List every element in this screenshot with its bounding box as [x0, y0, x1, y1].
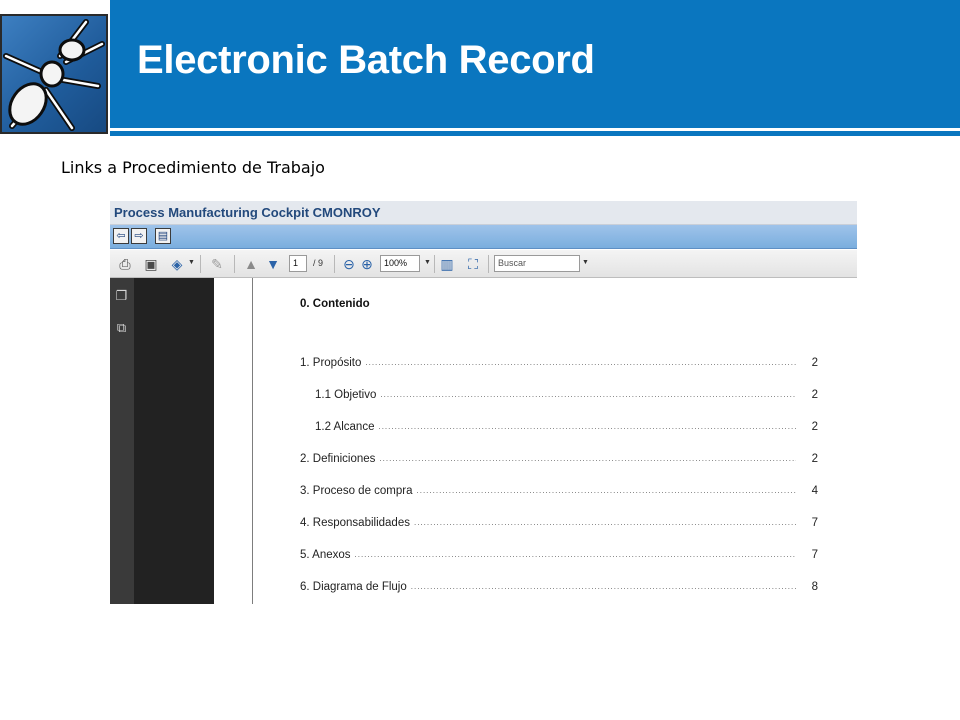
zoom-select[interactable]: 100%: [380, 255, 420, 272]
toc-entry-page: 2: [811, 453, 818, 465]
pdf-page: 0. Contenido 1. Propósito...............…: [214, 278, 857, 604]
toc-entry[interactable]: 3. Proceso de compra....................…: [300, 481, 818, 497]
toc-entry-page: 7: [811, 549, 818, 561]
toc-entry[interactable]: 2. Definiciones.........................…: [300, 449, 818, 465]
forward-button[interactable]: ⇨: [131, 228, 147, 244]
fit-page-icon[interactable]: ▥: [438, 255, 456, 273]
toolbar-separator: [200, 255, 201, 273]
attachments-panel-icon[interactable]: ⧉: [114, 320, 129, 335]
window-titlebar: Process Manufacturing Cockpit CMONROY: [110, 201, 857, 225]
toolbar-separator: [488, 255, 489, 273]
ant-logo-icon: [0, 14, 108, 134]
toc-entry-page: 8: [811, 581, 818, 593]
print-icon[interactable]: ⎙: [116, 255, 134, 273]
slide-title: Electronic Batch Record: [137, 38, 595, 82]
toc-entry-label: 1.2 Alcance: [315, 421, 375, 433]
toc-entry-label: 1.1 Objetivo: [315, 389, 377, 401]
display-menu-icon: ▤: [157, 230, 169, 242]
share-icon[interactable]: ◈: [168, 255, 186, 273]
toolbar-separator: [334, 255, 335, 273]
toc-entry-label: 2. Definiciones: [300, 453, 376, 465]
toc-entry-label: 3. Proceso de compra: [300, 485, 413, 497]
banner-divider: [110, 131, 960, 136]
comment-icon[interactable]: ✎: [208, 255, 226, 273]
toc-entry-page: 2: [811, 389, 818, 401]
toc-entry-page: 7: [811, 517, 818, 529]
pages-panel-icon[interactable]: ❐: [114, 288, 129, 303]
pdf-navigation-panel: [134, 278, 214, 604]
toolbar-separator: [234, 255, 235, 273]
zoom-in-icon[interactable]: ⊕: [358, 255, 376, 273]
toc-entry[interactable]: 5. Anexos...............................…: [300, 545, 818, 561]
toc-leader-dots: ........................................…: [354, 550, 796, 559]
toc-leader-dots: ........................................…: [410, 582, 796, 591]
app-screenshot: Process Manufacturing Cockpit CMONROY ⇦ …: [110, 201, 857, 604]
arrow-left-icon: ⇦: [116, 230, 126, 242]
toc-leader-dots: ........................................…: [365, 358, 796, 367]
zoom-out-icon[interactable]: ⊖: [340, 255, 358, 273]
toc-entry[interactable]: 4. Responsabilidades....................…: [300, 513, 818, 529]
toc-entry-label: 4. Responsabilidades: [300, 517, 410, 529]
back-button[interactable]: ⇦: [113, 228, 129, 244]
page-total: / 9: [313, 258, 324, 268]
toc-heading: 0. Contenido: [300, 298, 370, 310]
toc-leader-dots: ........................................…: [413, 518, 796, 527]
toc-entry-page: 4: [811, 485, 818, 497]
pdf-toolbar: ⎙ ▣ ◈ ▼ ✎ ▲ ▼ 1 / 9 ⊖ ⊕ 100% ▼ ▥ ⛶ Busca…: [110, 250, 857, 278]
toc-entry-page: 2: [811, 421, 818, 433]
pdf-side-rail: ❐ ⧉: [110, 278, 134, 604]
toolbar-separator: [434, 255, 435, 273]
logo: [0, 0, 110, 138]
save-icon[interactable]: ▣: [142, 255, 160, 273]
toc-leader-dots: ........................................…: [378, 422, 796, 431]
page-number-input[interactable]: 1: [289, 255, 307, 272]
display-menu-button[interactable]: ▤: [155, 228, 171, 244]
arrow-right-icon: ⇨: [134, 230, 144, 242]
page-up-icon[interactable]: ▲: [242, 255, 260, 273]
toc-leader-dots: ........................................…: [379, 454, 796, 463]
slide-subtitle: Links a Procedimiento de Trabajo: [61, 158, 325, 177]
full-screen-icon[interactable]: ⛶: [464, 255, 482, 273]
toc-entry-label: 6. Diagrama de Flujo: [300, 581, 407, 593]
toc-leader-dots: ........................................…: [380, 390, 796, 399]
toc-entry[interactable]: 1. Propósito............................…: [300, 353, 818, 369]
toc-entry-label: 1. Propósito: [300, 357, 362, 369]
window-title: Process Manufacturing Cockpit CMONROY: [114, 205, 381, 220]
toc-entry[interactable]: 1.1 Objetivo............................…: [315, 385, 818, 401]
page-down-icon[interactable]: ▼: [264, 255, 282, 273]
toc-leader-dots: ........................................…: [416, 486, 796, 495]
search-input[interactable]: Buscar: [494, 255, 580, 272]
toc-entry-label: 5. Anexos: [300, 549, 351, 561]
search-dropdown-icon[interactable]: ▼: [582, 259, 589, 266]
zoom-dropdown-icon[interactable]: ▼: [424, 259, 431, 266]
app-nav-bar: ⇦ ⇨ ▤: [110, 225, 857, 249]
toc-entry-page: 2: [811, 357, 818, 369]
page-margin-line: [252, 278, 253, 604]
share-dropdown-icon[interactable]: ▼: [188, 259, 195, 266]
toc-entry[interactable]: 1.2 Alcance.............................…: [315, 417, 818, 433]
toc-entry[interactable]: 6. Diagrama de Flujo....................…: [300, 577, 818, 593]
